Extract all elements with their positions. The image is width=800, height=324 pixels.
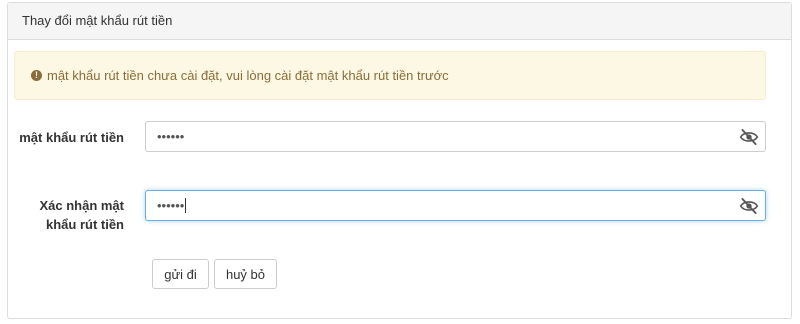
- confirm-password-label: Xác nhận mật khẩu rút tiền: [39, 198, 124, 232]
- text-caret: [185, 198, 187, 213]
- change-withdrawal-password-panel: Thay đổi mật khẩu rút tiền: [7, 2, 792, 319]
- warning-alert: ! mật khẩu rút tiền chưa cài đặt, vui lò…: [14, 51, 766, 100]
- confirm-withdrawal-password-input[interactable]: ••••••: [145, 190, 766, 221]
- cancel-button[interactable]: huỷ bỏ: [214, 259, 277, 289]
- password-value: ••••••: [157, 129, 185, 144]
- eye-slash-icon[interactable]: [739, 128, 759, 146]
- submit-button[interactable]: gửi đi: [152, 259, 209, 289]
- alert-message: mật khẩu rút tiền chưa cài đặt, vui lòng…: [47, 68, 449, 83]
- panel-title: Thay đổi mật khẩu rút tiền: [8, 3, 791, 40]
- eye-slash-icon[interactable]: [739, 197, 759, 215]
- exclamation-circle-icon: !: [31, 70, 42, 81]
- confirm-password-value: ••••••: [157, 198, 185, 213]
- withdrawal-password-input[interactable]: ••••••: [145, 121, 766, 152]
- password-label: mật khẩu rút tiền: [19, 130, 124, 145]
